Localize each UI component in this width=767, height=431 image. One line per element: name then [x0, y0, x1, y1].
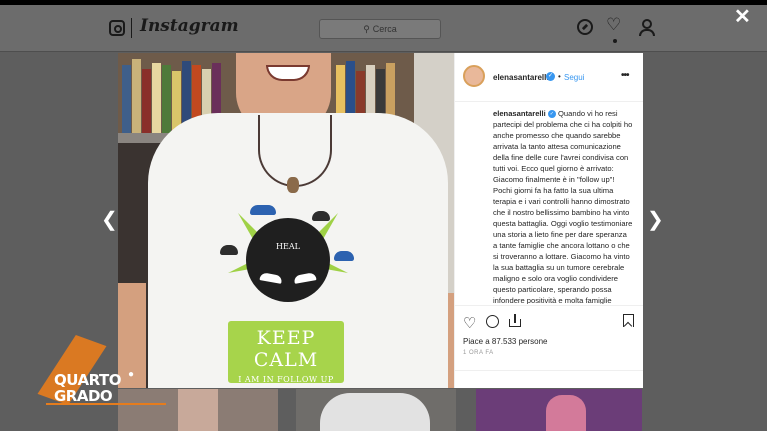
- like-heart-icon[interactable]: ♡: [463, 314, 476, 332]
- quarto-grado-logo: QUARTO GRADO: [37, 334, 166, 407]
- likes-count[interactable]: Piace a 87.533 persone: [463, 337, 548, 346]
- thumbnail-post[interactable]: [476, 389, 642, 431]
- follow-button[interactable]: Segui: [564, 73, 584, 82]
- instagram-camera-icon[interactable]: [109, 20, 125, 36]
- more-options-icon[interactable]: •••: [621, 70, 629, 81]
- screen: Instagram ⚲ Cerca ♡ ✕ ❮ ❯ HEAL KEEP CALM…: [0, 5, 767, 431]
- thumbnail-post[interactable]: [118, 389, 278, 431]
- search-placeholder: Cerca: [372, 24, 397, 34]
- cloud-icon: [250, 205, 276, 215]
- cloud-icon: [334, 251, 354, 261]
- separator-dot: •: [558, 72, 561, 81]
- post-modal: HEAL KEEP CALM I AM IN FOLLOW UP elenasa…: [118, 53, 643, 388]
- chevron-right-icon[interactable]: ❯: [647, 210, 664, 230]
- comment-input[interactable]: [455, 370, 643, 389]
- share-icon[interactable]: [509, 314, 521, 327]
- cloud-icon: [312, 211, 330, 221]
- cloud-icon: [220, 245, 238, 255]
- close-icon[interactable]: ✕: [734, 7, 751, 27]
- chevron-left-icon[interactable]: ❮: [101, 210, 118, 230]
- post-actions: ♡ Piace a 87.533 persone 1 ORA FA: [455, 305, 643, 386]
- heal-logo-text: HEAL: [276, 242, 300, 251]
- keep-calm-text: KEEP CALM: [253, 327, 319, 371]
- caption-text: Quando vi ho resi partecipi del problema…: [493, 109, 633, 304]
- post-timestamp: 1 ORA FA: [463, 350, 494, 356]
- post-header: elenasantarelli ✓ • Segui •••: [455, 53, 643, 102]
- superhero-mask-logo: HEAL: [246, 218, 330, 302]
- caption-username[interactable]: elenasantarelli: [493, 109, 546, 118]
- verified-badge-icon: ✓: [547, 110, 556, 118]
- comment-icon[interactable]: [486, 315, 499, 328]
- user-icon[interactable]: [638, 19, 655, 36]
- compass-icon[interactable]: [577, 19, 593, 35]
- logo-divider: [131, 18, 132, 38]
- verified-badge-icon: ✓: [546, 72, 555, 81]
- post-side-panel: elenasantarelli ✓ • Segui ••• elenasanta…: [454, 53, 643, 388]
- instagram-header: Instagram ⚲ Cerca ♡: [0, 5, 767, 52]
- search-input[interactable]: ⚲ Cerca: [319, 19, 441, 39]
- tv-logo-underline: [46, 403, 166, 405]
- post-photo: HEAL KEEP CALM I AM IN FOLLOW UP: [118, 53, 454, 388]
- username-link[interactable]: elenasantarelli: [493, 73, 549, 82]
- heart-icon[interactable]: ♡: [606, 16, 622, 33]
- follow-up-text: I AM IN FOLLOW UP: [238, 375, 334, 384]
- notification-dot: [613, 39, 617, 43]
- necklace-pendant: [287, 177, 299, 193]
- search-icon: ⚲: [363, 24, 370, 34]
- keep-calm-badge: KEEP CALM I AM IN FOLLOW UP: [228, 321, 344, 384]
- thumbnail-post[interactable]: [296, 389, 456, 431]
- person-icon: ●: [128, 369, 135, 380]
- bookmark-icon[interactable]: [623, 314, 634, 327]
- post-caption: elenasantarelli ✓ Quando vi ho resi part…: [493, 108, 633, 304]
- instagram-wordmark[interactable]: Instagram: [140, 16, 239, 36]
- avatar[interactable]: [463, 65, 485, 87]
